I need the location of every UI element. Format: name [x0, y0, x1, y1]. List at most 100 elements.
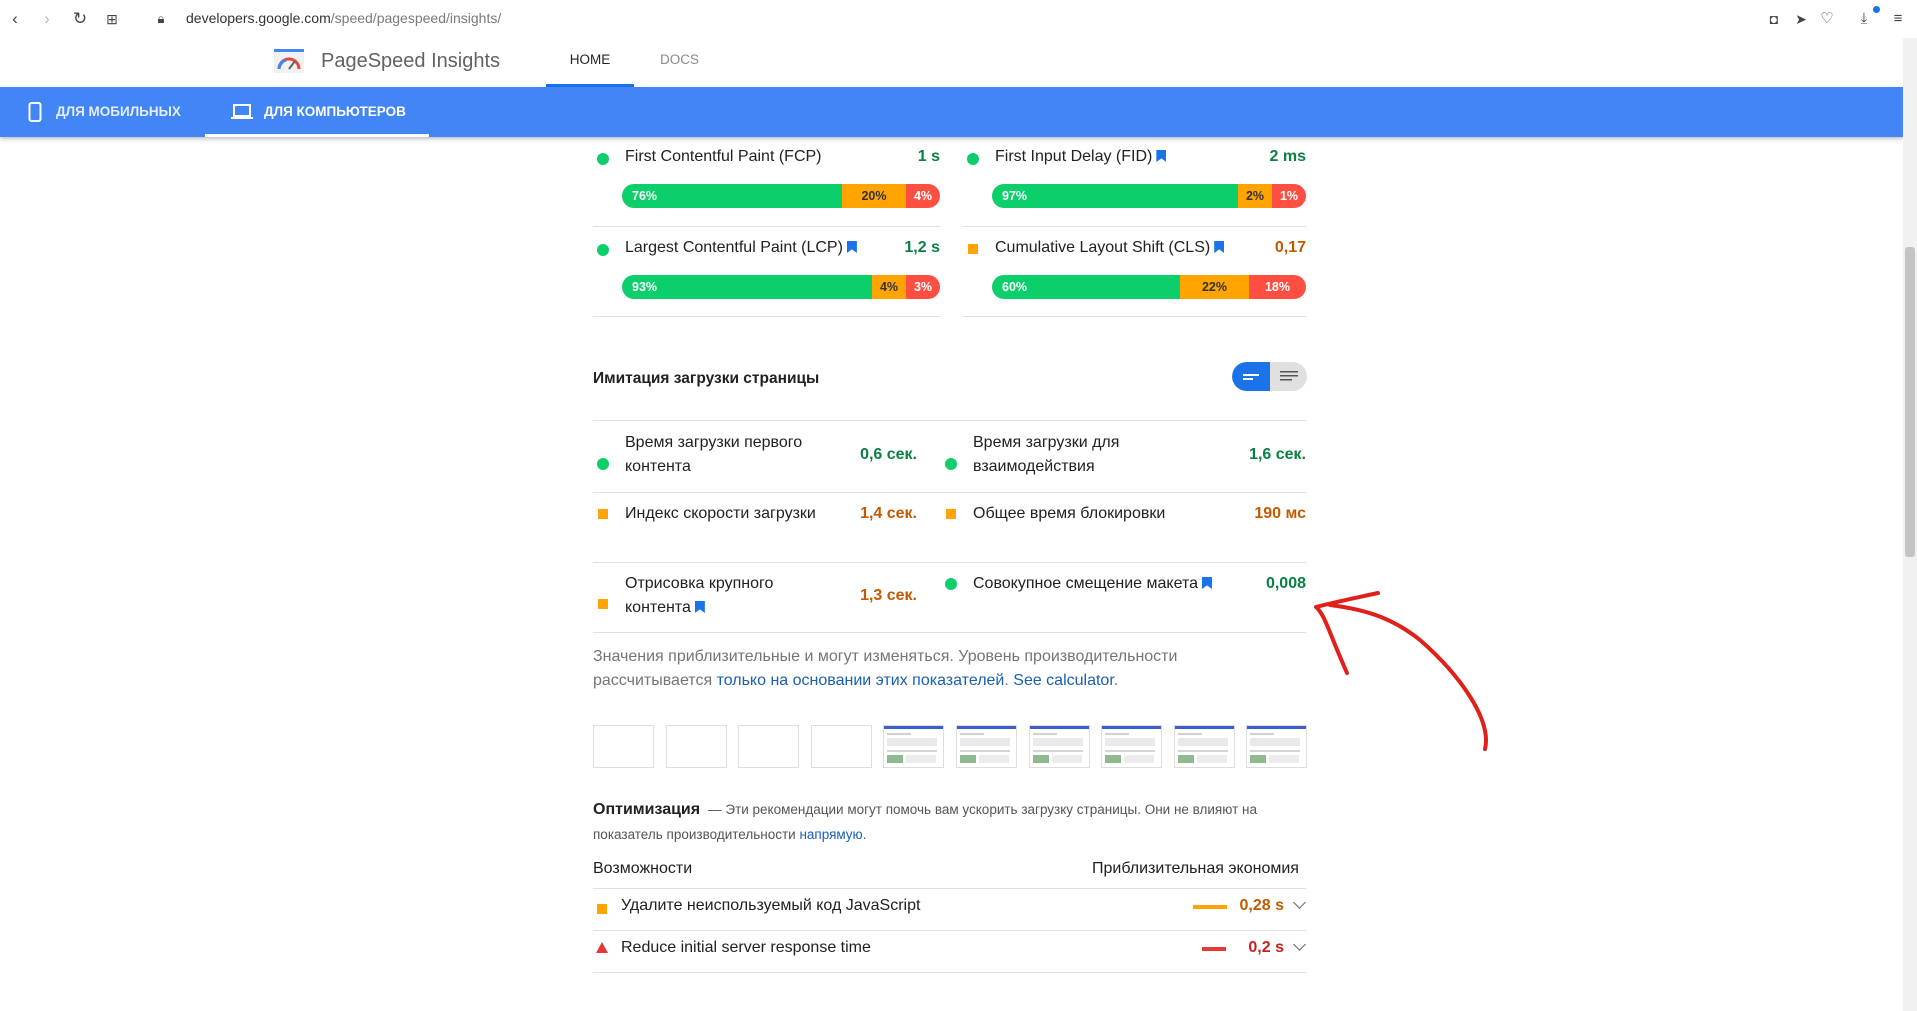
distribution-bar[interactable]: 97% 2% 1% [992, 184, 1306, 208]
divider [593, 316, 940, 317]
directly-link[interactable]: напрямую [799, 827, 862, 842]
dist-average: 20% [842, 184, 906, 208]
notification-dot [1873, 6, 1880, 13]
dist-poor: 3% [906, 275, 940, 299]
opportunity-server-response[interactable]: Reduce initial server response time 0,2 … [593, 931, 1306, 971]
good-dot-icon [945, 578, 957, 590]
filmstrip-frame [883, 725, 944, 768]
metric-value: 1 s [917, 148, 940, 165]
bookmark-icon[interactable] [846, 241, 857, 253]
tab-mobile-label: ДЛЯ МОБИЛЬНЫХ [56, 104, 181, 119]
nav-home[interactable]: HOME [546, 52, 634, 67]
tab-desktop-label: ДЛЯ КОМПЬЮТЕРОВ [264, 104, 406, 119]
metric-label: Время загрузки для взаимодействия [973, 434, 1120, 475]
divider [593, 972, 1306, 973]
note-end: . [1113, 672, 1119, 689]
nav-docs[interactable]: DOCS [660, 52, 699, 67]
chevron-down-icon[interactable] [1293, 896, 1306, 909]
tab-desktop-underline [205, 134, 429, 137]
filmstrip-frame [666, 725, 727, 768]
bookmark-icon[interactable] [1214, 241, 1225, 253]
metric-label: Largest Contentful Paint (LCP) [625, 239, 843, 256]
metric-label: Cumulative Layout Shift (CLS) [995, 239, 1211, 256]
lab-metric-lcp: Отрисовка крупного контента 1,3 сек. [597, 572, 917, 620]
field-metric-cls: Cumulative Layout Shift (CLS) 0,17 [967, 239, 1306, 263]
filmstrip-frame [956, 725, 1017, 768]
distribution-bar[interactable]: 60% 22% 18% [992, 275, 1306, 299]
lab-metric-tti: Время загрузки для взаимодействия 1,6 се… [945, 431, 1306, 479]
divider [593, 420, 940, 421]
good-dot-icon [967, 153, 979, 165]
chevron-down-icon[interactable] [1293, 938, 1306, 951]
reload-icon[interactable]: ↻ [69, 8, 91, 30]
average-square-icon [946, 509, 956, 519]
dist-poor: 18% [1249, 275, 1306, 299]
distribution-bar[interactable]: 93% 4% 3% [622, 275, 940, 299]
average-square-icon [597, 904, 607, 914]
tab-mobile[interactable]: ДЛЯ МОБИЛЬНЫХ [28, 87, 181, 137]
savings-bar [1202, 947, 1226, 951]
lab-metric-tbt: Общее время блокировки 190 мс [945, 502, 1306, 526]
good-dot-icon [597, 458, 609, 470]
download-icon[interactable]: ⤓ [1853, 8, 1875, 30]
dist-good: 60% [992, 275, 1180, 299]
opportunity-value: 0,2 s [1248, 939, 1284, 956]
metric-label: Время загрузки первого контента [625, 434, 803, 475]
bookmark-icon[interactable] [694, 601, 705, 613]
scrollbar-thumb[interactable] [1905, 247, 1915, 557]
forward-icon[interactable]: › [36, 8, 58, 30]
device-tabbar: ДЛЯ МОБИЛЬНЫХ ДЛЯ КОМПЬЮТЕРОВ [0, 87, 1903, 137]
calculator-link[interactable]: See calculator [1013, 672, 1114, 689]
optimization-end: . [862, 827, 867, 842]
divider [963, 316, 1306, 317]
divider [940, 632, 1306, 633]
back-icon[interactable]: ‹ [4, 8, 26, 30]
metric-value: 190 мс [1254, 505, 1306, 522]
menu-icon[interactable]: ≡ [1887, 8, 1909, 30]
send-icon[interactable]: ➤ [1790, 8, 1812, 30]
filmstrip-frame [811, 725, 872, 768]
bookmark-icon[interactable] [1201, 577, 1212, 589]
average-square-icon [598, 509, 608, 519]
metric-label: Совокупное смещение макета [973, 575, 1198, 592]
filmstrip-frame [593, 725, 654, 768]
good-dot-icon [945, 458, 957, 470]
divider [940, 420, 1306, 421]
address-bar[interactable]: developers.google.com/speed/pagespeed/in… [186, 10, 501, 26]
opportunity-unused-js[interactable]: Удалите неиспользуемый код JavaScript 0,… [593, 889, 1306, 929]
camera-icon[interactable]: ◘ [1763, 8, 1785, 30]
brand-title[interactable]: PageSpeed Insights [321, 50, 500, 73]
metrics-link[interactable]: только на основании этих показателей [717, 672, 1005, 689]
average-square-icon [968, 244, 978, 254]
heart-icon[interactable]: ♡ [1816, 8, 1838, 30]
expanded-view-icon[interactable] [1280, 370, 1298, 383]
tab-desktop[interactable]: ДЛЯ КОМПЬЮТЕРОВ [231, 87, 406, 137]
dist-poor: 4% [906, 184, 940, 208]
lab-section-title: Имитация загрузки страницы [593, 370, 820, 387]
filmstrip-frame [1174, 725, 1235, 768]
browser-toolbar: ‹ › ↻ ⊞ 🔒︎ developers.google.com/speed/p… [0, 0, 1917, 39]
poor-triangle-icon [596, 942, 608, 953]
pagespeed-logo-icon [274, 49, 304, 73]
field-metric-fid: First Input Delay (FID) 2 ms [967, 148, 1306, 172]
view-toggle[interactable] [1232, 362, 1307, 391]
distribution-bar[interactable]: 76% 20% 4% [622, 184, 940, 208]
speed-dial-icon[interactable]: ⊞ [101, 8, 123, 30]
metric-value: 0,6 сек. [860, 446, 917, 463]
average-square-icon [598, 599, 608, 609]
lab-metric-cls: Совокупное смещение макета 0,008 [945, 572, 1306, 596]
optimization-title: Оптимизация [593, 801, 701, 818]
lock-icon: 🔒︎ [157, 11, 165, 26]
metric-value: 1,2 s [904, 239, 940, 256]
dist-good: 76% [622, 184, 842, 208]
metric-value: 1,6 сек. [1249, 446, 1306, 463]
bookmark-icon[interactable] [1156, 150, 1167, 162]
filmstrip-frame [738, 725, 799, 768]
divider [963, 226, 1306, 227]
column-opportunities: Возможности [593, 860, 693, 877]
laptop-icon [231, 104, 253, 119]
optimization-header: Оптимизация — Эти рекомендации могут помо… [593, 797, 1293, 847]
dist-average: 4% [872, 275, 906, 299]
metric-value: 1,4 сек. [860, 505, 917, 522]
metric-label: First Contentful Paint (FCP) [625, 148, 822, 165]
